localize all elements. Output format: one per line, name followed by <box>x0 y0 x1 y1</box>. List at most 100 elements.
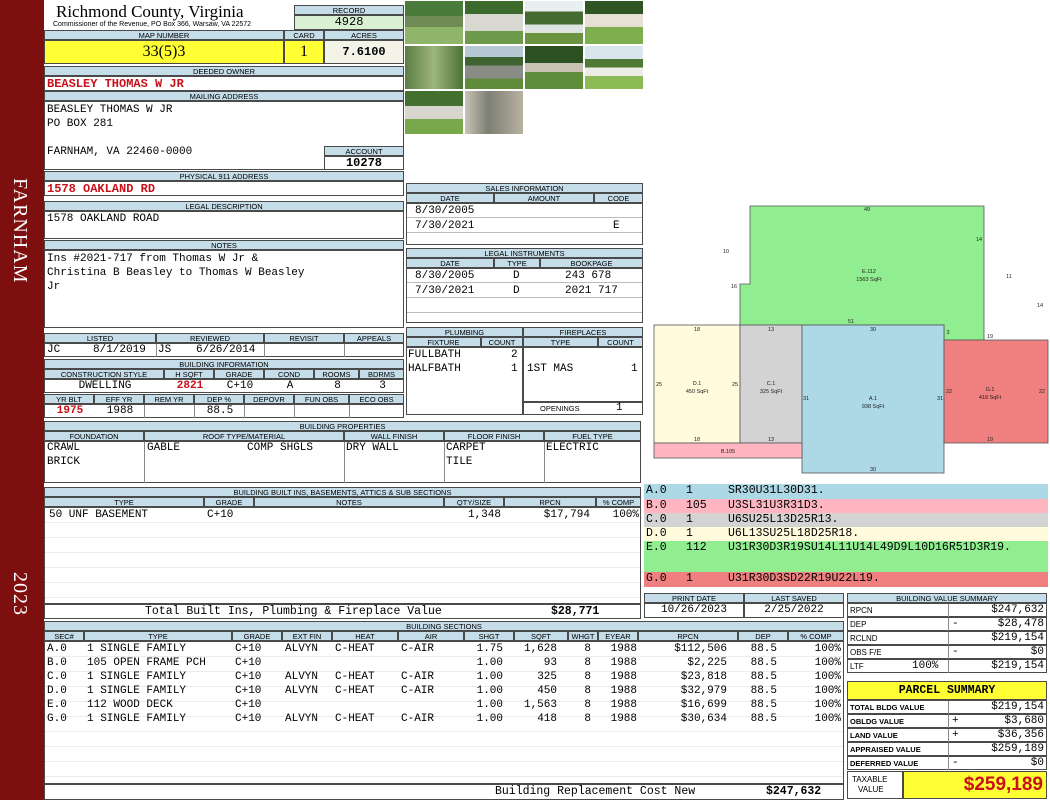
dim-label: 13 <box>768 437 774 443</box>
section-cell: C-AIR <box>401 671 435 683</box>
legend-desc: U31R30D3SD22R19U22L19. <box>728 572 880 585</box>
table-row: C.0 1 SINGLE FAMILY C+10 ALVYN C-HEAT C-AIR 1.… <box>45 670 843 684</box>
sections-header: BUILDING SECTIONS <box>44 621 844 631</box>
section-cell: G.0 <box>47 713 67 725</box>
dim-label: 31 <box>803 396 809 402</box>
sec-h: SEC# <box>44 631 84 641</box>
deeded-owner: BEASLEY THOMAS W JR <box>47 77 184 91</box>
section-cell: 450 <box>537 685 557 697</box>
dim-label: 49 <box>864 207 870 213</box>
house-photo-7[interactable] <box>524 45 584 90</box>
plumb-count-1: 2 <box>511 349 518 361</box>
section-cell: C-AIR <box>401 643 435 655</box>
sec-h: % COMP <box>788 631 844 641</box>
house-photo-9[interactable] <box>404 90 464 135</box>
bi-effyr: 1988 <box>106 405 134 417</box>
section-cell: 88.5 <box>750 671 777 683</box>
legend-code: D.0 <box>646 527 667 540</box>
dim-label: 18 <box>694 327 700 333</box>
map-header: MAP NUMBER <box>44 30 284 40</box>
house-photo-3[interactable] <box>524 0 584 45</box>
parcel-row: LAND VALUE + $36,356 <box>847 728 1047 742</box>
section-cell: 1988 <box>610 713 637 725</box>
parcel-row: APPRAISED VALUE $259,189 <box>847 742 1047 756</box>
listed-header: LISTED <box>44 333 156 343</box>
section-cell: 1.00 <box>476 699 503 711</box>
sketch-label-e: E.112 <box>862 269 876 275</box>
li-type-2: D <box>513 285 520 297</box>
deeded-owner-box: BEASLEY THOMAS W JR <box>44 76 404 91</box>
dim-label: 19 <box>987 437 993 443</box>
sec-h: GRADE <box>232 631 282 641</box>
notes-line-3: Jr <box>47 281 61 293</box>
parcel-row: OBLDG VALUE + $3,680 <box>847 714 1047 728</box>
plumb-h-count: COUNT <box>481 337 523 347</box>
legal-instruments-table: 8/30/2005 D 243 678 7/30/2021 D 2021 717 <box>406 268 643 323</box>
bi-rooms: 8 <box>334 380 341 392</box>
taxable-label-1: TAXABLE <box>852 775 888 784</box>
sketch-label-g: G.1 <box>986 387 995 393</box>
li-date-2: 7/30/2021 <box>415 285 475 297</box>
section-cell: 88.5 <box>750 699 777 711</box>
dim-label: 14 <box>1037 303 1043 309</box>
sales-code-2: E <box>613 220 620 232</box>
prop-h-fuel: FUEL TYPE <box>544 431 641 441</box>
house-photo-10[interactable] <box>464 90 524 135</box>
prop-h-foundation: FOUNDATION <box>44 431 144 441</box>
sec-h: WHGT <box>568 631 598 641</box>
record-header: RECORD <box>294 5 404 15</box>
physical-address: 1578 OAKLAND RD <box>47 182 156 196</box>
house-photo-1[interactable] <box>404 0 464 45</box>
legend-n: 112 <box>686 541 707 554</box>
house-photo-8[interactable] <box>584 45 644 90</box>
section-cell: 1988 <box>610 671 637 683</box>
section-cell: 8 <box>584 699 591 711</box>
section-cell: 88.5 <box>750 713 777 725</box>
fireplaces-header: FIREPLACES <box>523 327 643 337</box>
dim-label: 13 <box>768 327 774 333</box>
section-cell: 100% <box>814 699 841 711</box>
section-cell: $112,506 <box>674 643 727 655</box>
parcel-value: $36,356 <box>997 729 1044 741</box>
vs-value: $247,632 <box>991 604 1044 616</box>
sidebar: FARNHAM 2023 <box>0 0 44 800</box>
plumb-fixture-2: HALFBATH <box>408 363 461 375</box>
section-cell: C+10 <box>235 713 262 725</box>
dim-label: 22 <box>1039 389 1045 395</box>
prop-roof-type: GABLE <box>147 442 181 454</box>
section-cell: C-HEAT <box>335 643 375 655</box>
sec-h: SQFT <box>514 631 568 641</box>
section-cell: 1.75 <box>476 643 503 655</box>
house-photo-2[interactable] <box>464 0 524 45</box>
section-cell: C+10 <box>235 699 262 711</box>
reviewed-date: 6/26/2014 <box>196 344 256 356</box>
section-cell: C-AIR <box>401 713 435 725</box>
section-cell: C.0 <box>47 671 67 683</box>
house-photo-4[interactable] <box>584 0 644 45</box>
table-row: HALFBATH 1 <box>407 362 522 376</box>
vs-label: LTF <box>850 662 864 671</box>
dim-label: 14 <box>976 237 982 243</box>
properties-box: CRAWL BRICK GABLE COMP SHGLS DRY WALL CA… <box>44 441 641 483</box>
section-cell: 1.00 <box>476 657 503 669</box>
openings-value: 1 <box>616 402 623 414</box>
section-cell: 1.00 <box>476 685 503 697</box>
parcel-row: TOTAL BLDG VALUE $219,154 <box>847 700 1047 714</box>
section-cell: 1.00 <box>476 713 503 725</box>
table-row: B.0 105 OPEN FRAME PCH C+10 1.00 93 8 1988 $2,2… <box>45 656 843 670</box>
office-address: Commissioner of the Revenue, PO Box 366,… <box>53 21 252 28</box>
house-photo-5[interactable] <box>404 45 464 90</box>
account-value: 10278 <box>324 156 404 170</box>
section-cell: 1 SINGLE FAMILY <box>87 713 187 725</box>
dim-label: 10 <box>723 249 729 255</box>
house-photo-6[interactable] <box>464 45 524 90</box>
section-cell: C-HEAT <box>335 671 375 683</box>
prop-h-roof: ROOF TYPE/MATERIAL <box>144 431 344 441</box>
section-cell: 1 SINGLE FAMILY <box>87 671 187 683</box>
fire-count-1: 1 <box>631 363 638 375</box>
bi-grade: C+10 <box>226 380 254 392</box>
sketch-legend: A.0 1 SR30U31L30D31. B.0 105 U3SL31U3R31… <box>644 484 1048 588</box>
vs-sign: - <box>952 646 959 658</box>
section-cell: 1988 <box>610 657 637 669</box>
section-cell: 1.00 <box>476 671 503 683</box>
